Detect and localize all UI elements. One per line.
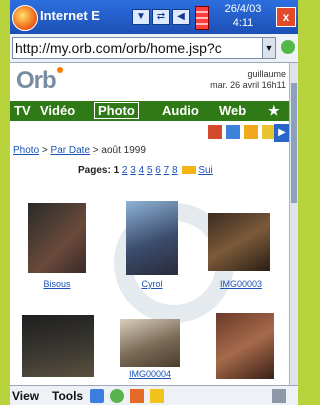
clock[interactable]: 26/4/03 4:11 — [213, 2, 273, 30]
favorites-icon[interactable] — [150, 389, 164, 403]
network-icon[interactable]: ⇄ — [152, 9, 170, 25]
photo-thumb-cyrol[interactable] — [126, 201, 178, 275]
photo-thumb-6[interactable] — [216, 313, 274, 379]
nav-favorites[interactable]: ★ — [268, 103, 280, 119]
settings-icon[interactable] — [226, 125, 240, 139]
page-link[interactable]: 7 — [164, 165, 170, 176]
crumb-photo[interactable]: Photo — [13, 145, 39, 156]
go-icon[interactable] — [281, 40, 295, 54]
battery-icon[interactable] — [195, 6, 209, 30]
user-name: guillaume — [247, 69, 286, 79]
nav-video[interactable]: Vidéo — [40, 103, 75, 118]
tools-icon[interactable] — [208, 125, 222, 139]
site-nav: TV Vidéo Photo Audio Web ★ — [10, 101, 290, 121]
refresh-icon[interactable] — [110, 389, 124, 403]
crumb-current: août 1999 — [101, 145, 146, 156]
pages-label: Pages: — [78, 165, 111, 176]
web-page: Orb guillaume mar. 26 avril 16h11 TV Vid… — [10, 63, 290, 385]
photo-caption[interactable]: Cyrol — [117, 279, 187, 289]
volume-icon[interactable]: ◀ — [172, 9, 190, 25]
next-page-link[interactable]: Sui — [198, 165, 212, 176]
photo-thumb-img00003[interactable] — [208, 213, 270, 271]
orb-logo: Orb — [16, 67, 63, 95]
page-link[interactable]: 8 — [172, 165, 178, 176]
windows-logo-icon[interactable] — [12, 5, 38, 31]
page-link[interactable]: 2 — [122, 165, 128, 176]
scroll-thumb[interactable] — [291, 83, 297, 203]
search-icon[interactable] — [244, 125, 258, 139]
url-field[interactable]: http://my.orb.com/orb/home.jsp?c ▼ — [12, 37, 276, 59]
photo-thumb-4[interactable] — [22, 315, 94, 377]
photo-thumb-bisous[interactable] — [28, 203, 86, 273]
tools-menu[interactable]: Tools — [52, 389, 83, 403]
page-link[interactable]: 5 — [147, 165, 153, 176]
photo-thumb-img00004[interactable] — [120, 319, 180, 367]
url-text: http://my.orb.com/orb/home.jsp?c — [15, 40, 222, 56]
back-icon[interactable] — [90, 389, 104, 403]
nav-photo[interactable]: Photo — [94, 102, 139, 119]
page-link[interactable]: 3 — [130, 165, 136, 176]
photo-caption[interactable]: Bisous — [22, 279, 92, 289]
keyboard-icon[interactable] — [272, 389, 286, 403]
orb-dot-icon — [56, 67, 63, 73]
crumb-sep: > — [90, 145, 102, 156]
view-menu[interactable]: View — [12, 389, 39, 403]
photo-caption[interactable]: IMG00004 — [115, 369, 185, 379]
title-bar: Internet E ▼ ⇄ ◀ 26/4/03 4:11 x — [10, 0, 298, 34]
close-button[interactable]: x — [276, 7, 296, 27]
next-page-icon[interactable] — [182, 166, 197, 175]
pocket-pc-screen: Internet E ▼ ⇄ ◀ 26/4/03 4:11 x http://m… — [10, 0, 298, 405]
address-bar: http://my.orb.com/orb/home.jsp?c ▼ — [10, 34, 298, 63]
page-link[interactable]: 4 — [139, 165, 145, 176]
breadcrumb: Photo > Par Date > août 1999 — [13, 145, 146, 156]
dropdown-icon[interactable]: ▼ — [132, 9, 150, 25]
photo-caption[interactable]: IMG00003 — [206, 279, 276, 289]
page-current: 1 — [113, 165, 120, 176]
nav-web[interactable]: Web — [219, 103, 246, 118]
home-icon[interactable] — [130, 389, 144, 403]
app-title: Internet E — [40, 8, 100, 23]
nav-tv[interactable]: TV — [14, 103, 31, 118]
page-link[interactable]: 6 — [155, 165, 161, 176]
clock-time: 4:11 — [232, 17, 254, 29]
vertical-scrollbar[interactable] — [289, 63, 298, 385]
clock-date: 26/4/03 — [224, 3, 262, 15]
crumb-sep: > — [39, 145, 51, 156]
user-date: mar. 26 avril 16h11 — [210, 80, 286, 90]
menu-bar: View Tools — [10, 385, 298, 405]
nav-audio[interactable]: Audio — [162, 103, 199, 118]
orb-logo-text: Orb — [16, 67, 57, 94]
crumb-by-date[interactable]: Par Date — [51, 145, 90, 156]
user-info: guillaume mar. 26 avril 16h11 — [210, 69, 286, 91]
pagination: Pages: 1 2 3 4 5 6 7 8 Sui — [78, 165, 213, 176]
next-arrow-icon[interactable]: ▶ — [274, 124, 290, 142]
tool-row: ▶ — [10, 123, 290, 143]
url-dropdown-icon[interactable]: ▼ — [262, 38, 275, 58]
